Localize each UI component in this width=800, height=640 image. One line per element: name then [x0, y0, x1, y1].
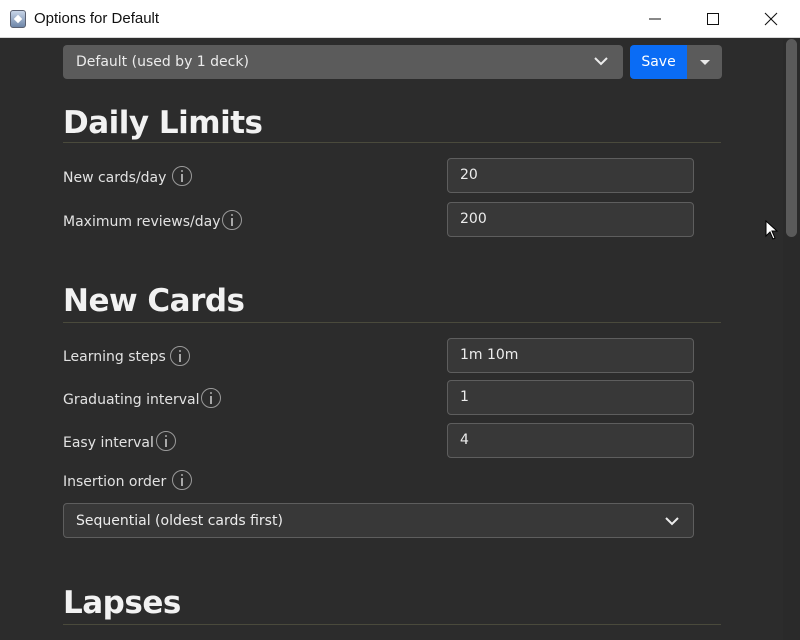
chevron-down-icon — [665, 517, 679, 526]
chevron-down-icon — [594, 57, 608, 66]
app-icon — [10, 10, 26, 28]
new-cards-per-day-label: New cards/day — [63, 170, 167, 186]
scrollbar-thumb[interactable] — [786, 39, 797, 237]
new-cards-per-day-input[interactable]: 20 — [447, 158, 694, 193]
preset-select-value: Default (used by 1 deck) — [76, 54, 249, 70]
section-title-daily-limits: Daily Limits — [63, 105, 263, 141]
info-icon[interactable] — [156, 431, 176, 451]
insertion-order-label: Insertion order — [63, 474, 167, 490]
easy-interval-label: Easy interval — [63, 435, 154, 451]
maximum-reviews-per-day-input[interactable]: 200 — [447, 202, 694, 237]
save-button[interactable]: Save — [630, 45, 687, 79]
section-divider — [63, 624, 721, 625]
insertion-order-select[interactable]: Sequential (oldest cards first) — [63, 503, 694, 538]
section-title-lapses: Lapses — [63, 585, 181, 621]
preset-select[interactable]: Default (used by 1 deck) — [63, 45, 623, 79]
caret-down-icon — [700, 60, 710, 65]
info-icon[interactable] — [172, 470, 192, 490]
section-divider — [63, 142, 721, 143]
graduating-interval-label: Graduating interval — [63, 392, 200, 408]
info-icon[interactable] — [201, 388, 221, 408]
info-icon[interactable] — [222, 210, 242, 230]
section-title-new-cards: New Cards — [63, 283, 245, 319]
maximize-button[interactable] — [684, 0, 742, 38]
mouse-pointer-icon — [765, 220, 779, 240]
title-bar: Options for Default — [0, 0, 800, 38]
section-divider — [63, 322, 721, 323]
close-button[interactable] — [742, 0, 800, 38]
info-icon[interactable] — [170, 346, 190, 366]
easy-interval-input[interactable]: 4 — [447, 423, 694, 458]
insertion-order-value: Sequential (oldest cards first) — [76, 513, 283, 529]
vertical-scrollbar[interactable] — [783, 39, 800, 640]
save-options-dropdown[interactable] — [687, 45, 722, 79]
graduating-interval-input[interactable]: 1 — [447, 380, 694, 415]
close-icon — [764, 12, 778, 26]
maximum-reviews-per-day-label: Maximum reviews/day — [63, 214, 221, 230]
learning-steps-input[interactable]: 1m 10m — [447, 338, 694, 373]
window-title: Options for Default — [34, 10, 160, 27]
options-content: Default (used by 1 deck) Save Daily Limi… — [0, 39, 783, 640]
maximize-icon — [707, 13, 719, 25]
minimize-button[interactable] — [626, 0, 684, 38]
learning-steps-label: Learning steps — [63, 349, 166, 365]
info-icon[interactable] — [172, 166, 192, 186]
minimize-icon — [649, 18, 661, 20]
